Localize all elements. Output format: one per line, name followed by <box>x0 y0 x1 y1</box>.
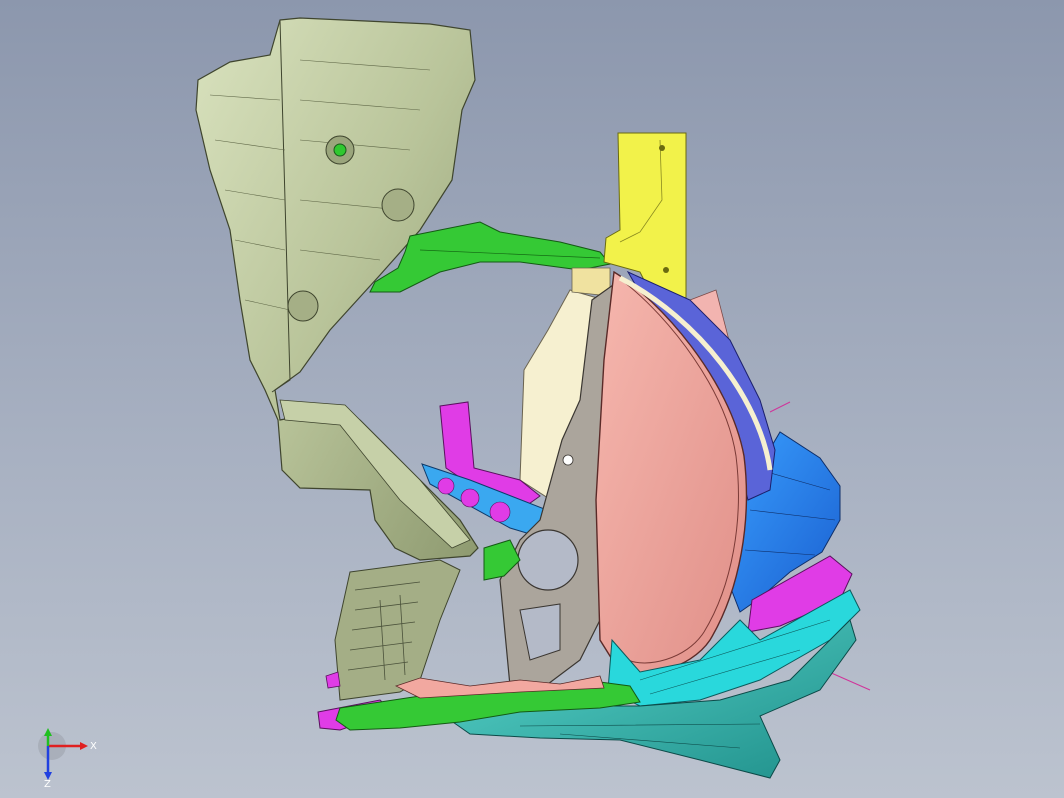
cad-model-scene[interactable] <box>0 0 1064 798</box>
x-axis-label: X <box>90 741 97 752</box>
coordinate-triad: X Y Z <box>38 728 97 788</box>
lower-skirt[interactable] <box>334 559 461 701</box>
y-axis-arrowhead <box>44 728 52 736</box>
cad-3d-viewport[interactable]: X Y Z <box>0 0 1064 798</box>
construction-line <box>769 401 791 413</box>
z-axis-label: Z <box>44 779 51 788</box>
x-axis-arrowhead <box>80 742 88 750</box>
